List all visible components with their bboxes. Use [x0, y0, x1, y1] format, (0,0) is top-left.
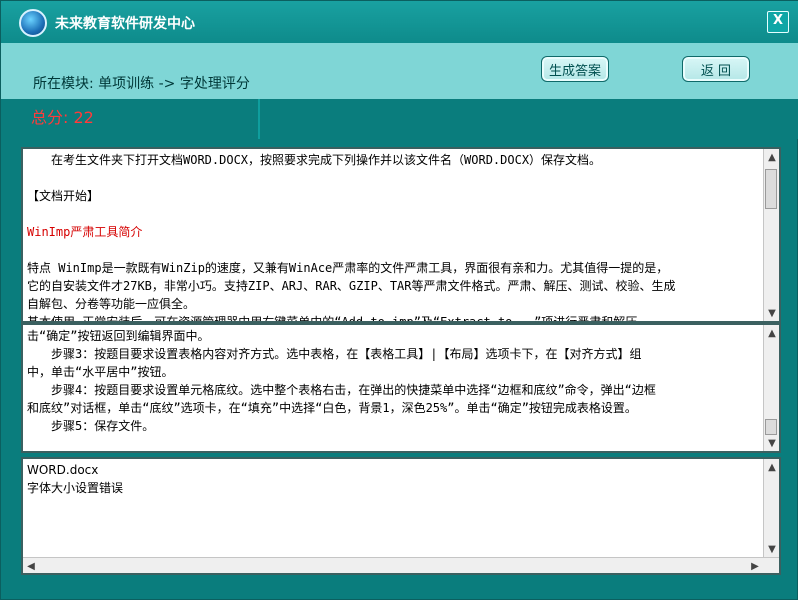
- score-total: 总分: 22: [31, 108, 94, 127]
- scroll-right-icon[interactable]: ▶: [747, 558, 763, 573]
- question-panel[interactable]: 在考生文件夹下打开文档WORD.DOCX，按照要求完成下列操作并以该文件名（WO…: [21, 147, 781, 323]
- scroll-up-icon[interactable]: ▲: [764, 459, 779, 475]
- steps-scrollbar[interactable]: ▲ ▼: [763, 325, 779, 451]
- question-scrollbar[interactable]: ▲ ▼: [763, 149, 779, 321]
- steps-line: 和底纹”对话框，单击“底纹”选项卡，在“填充”中选择“白色，背景1，深色25%”…: [27, 401, 637, 415]
- generate-answer-button[interactable]: 生成答案: [541, 56, 609, 82]
- close-button[interactable]: X: [767, 11, 789, 33]
- steps-line: 步骤3：按题目要求设置表格内容对齐方式。选中表格，在【表格工具】|【布局】选项卡…: [51, 347, 642, 361]
- question-line: 它的自安装文件才27KB，非常小巧。支持ZIP、ARJ、RAR、GZIP、TAR…: [27, 279, 676, 293]
- result-hscrollbar[interactable]: ◀ ▶: [23, 557, 779, 573]
- steps-panel[interactable]: 击“确定”按钮返回到编辑界面中。 步骤3：按题目要求设置表格内容对齐方式。选中表…: [21, 323, 781, 453]
- titlebar: 未来教育软件研发中心 X: [1, 1, 798, 43]
- result-error: 字体大小设置错误: [27, 481, 124, 495]
- steps-content: 击“确定”按钮返回到编辑界面中。 步骤3：按题目要求设置表格内容对齐方式。选中表…: [27, 327, 761, 435]
- question-line: 特点 WinImp是一款既有WinZip的速度，又兼有WinAce严肃率的文件严…: [27, 261, 669, 275]
- scroll-up-icon[interactable]: ▲: [764, 149, 779, 165]
- result-panel[interactable]: WORD.docx 字体大小设置错误 ▲ ▼ ◀ ▶: [21, 457, 781, 575]
- question-line: 基本使用 正常安装后，可在资源管理器中用右键菜单中的“Add to imp”及“…: [27, 315, 650, 323]
- result-content: WORD.docx 字体大小设置错误: [27, 461, 761, 497]
- question-line: 自解包、分卷等功能一应俱全。: [27, 297, 196, 311]
- result-file: WORD.docx: [27, 463, 99, 477]
- scroll-down-icon[interactable]: ▼: [764, 435, 779, 451]
- scroll-up-icon[interactable]: ▲: [764, 325, 779, 341]
- scroll-left-icon[interactable]: ◀: [23, 558, 39, 573]
- doc-start-marker: 【文档开始】: [27, 189, 100, 203]
- scroll-thumb[interactable]: [765, 169, 777, 209]
- scroll-thumb[interactable]: [765, 419, 777, 435]
- module-label: 所在模块: 单项训练 -> 字处理评分: [33, 76, 250, 92]
- app-logo-icon: [19, 9, 47, 37]
- app-title: 未来教育软件研发中心: [55, 16, 195, 32]
- score-row: [1, 99, 798, 139]
- steps-line: 步骤5：保存文件。: [51, 419, 155, 433]
- question-line-blank: [27, 241, 761, 259]
- question-content: 在考生文件夹下打开文档WORD.DOCX，按照要求完成下列操作并以该文件名（WO…: [27, 151, 761, 323]
- score-divider: [258, 99, 260, 139]
- result-vscrollbar[interactable]: ▲ ▼: [763, 459, 779, 557]
- question-line-blank: [27, 205, 761, 223]
- steps-line: 中，单击“水平居中”按钮。: [27, 365, 174, 379]
- question-line: 在考生文件夹下打开文档WORD.DOCX，按照要求完成下列操作并以该文件名（WO…: [51, 153, 602, 167]
- steps-line: 击“确定”按钮返回到编辑界面中。: [27, 329, 210, 343]
- doc-title: WinImp严肃工具简介: [27, 225, 143, 239]
- question-line-blank: [27, 169, 761, 187]
- back-button[interactable]: 返 回: [682, 56, 750, 82]
- steps-line: 步骤4：按题目要求设置单元格底纹。选中整个表格右击，在弹出的快捷菜单中选择“边框…: [51, 383, 656, 397]
- scroll-down-icon[interactable]: ▼: [764, 305, 779, 321]
- scroll-down-icon[interactable]: ▼: [764, 541, 779, 557]
- app-window: 未来教育软件研发中心 X 所在模块: 单项训练 -> 字处理评分 生成答案 返 …: [0, 0, 798, 600]
